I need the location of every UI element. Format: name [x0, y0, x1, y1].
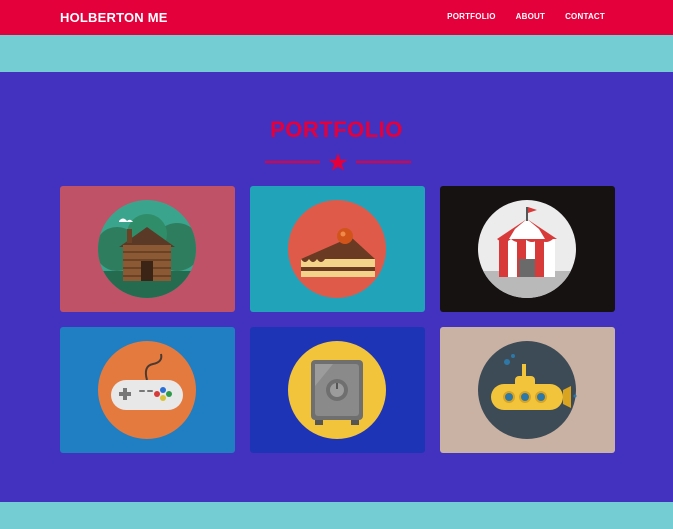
- brand-logo[interactable]: HOLBERTON ME: [60, 10, 168, 25]
- portfolio-item-cabin[interactable]: [60, 186, 235, 312]
- nav-links: PORTFOLIO ABOUT CONTACT: [447, 12, 605, 21]
- submarine-icon: [478, 341, 577, 439]
- nav-link-portfolio[interactable]: PORTFOLIO: [447, 12, 495, 21]
- star-icon: [328, 153, 348, 171]
- star-divider: [265, 153, 411, 171]
- navbar: HOLBERTON ME PORTFOLIO ABOUT CONTACT: [0, 0, 673, 35]
- game-controller-icon: [98, 341, 196, 439]
- cake-slice-icon: [288, 200, 386, 298]
- portfolio-item-controller[interactable]: [60, 327, 235, 453]
- circus-tent-icon: [478, 200, 576, 298]
- log-cabin-icon: [98, 200, 196, 298]
- nav-link-contact[interactable]: CONTACT: [565, 12, 605, 21]
- portfolio-item-safe[interactable]: [250, 327, 425, 453]
- safe-icon: [288, 341, 386, 439]
- portfolio-item-circus[interactable]: [440, 186, 615, 312]
- portfolio-item-cake[interactable]: [250, 186, 425, 312]
- footer-band: [0, 502, 673, 529]
- nav-link-about[interactable]: ABOUT: [516, 12, 545, 21]
- header-band: [0, 35, 673, 72]
- portfolio-section: PORTFOLIO: [0, 72, 673, 502]
- section-title: PORTFOLIO: [270, 117, 403, 142]
- portfolio-item-submarine[interactable]: [440, 327, 615, 453]
